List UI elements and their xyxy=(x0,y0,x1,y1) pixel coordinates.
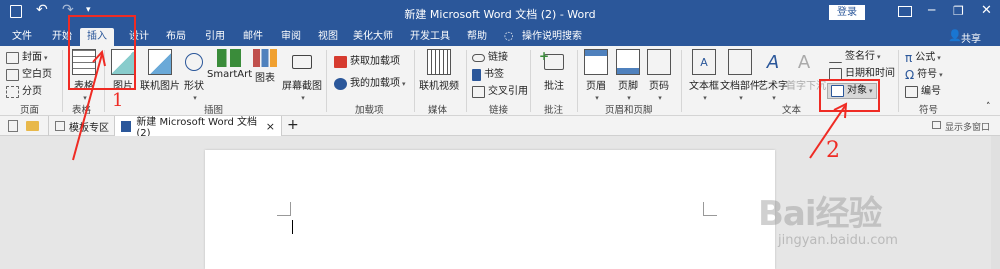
annotation-number-2: 2 xyxy=(826,138,840,163)
watermark-logo: Bai经验 xyxy=(758,194,883,234)
annotation-number-1: 1 xyxy=(112,90,124,111)
watermark-url: jingyan.baidu.com xyxy=(778,233,898,248)
